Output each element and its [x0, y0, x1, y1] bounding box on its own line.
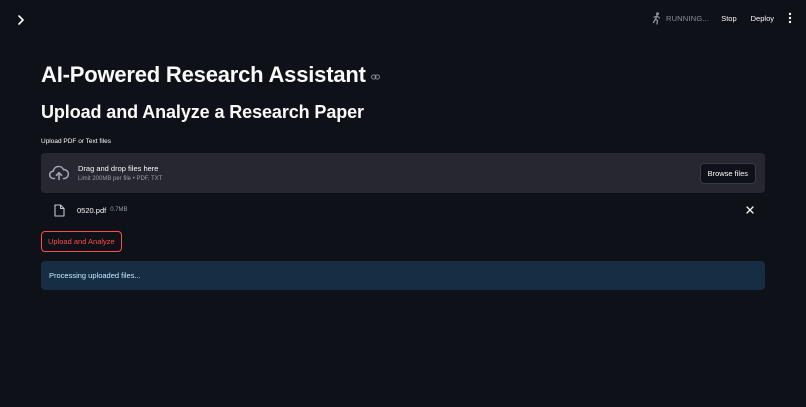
main-menu-button[interactable]: [786, 11, 794, 25]
dropzone-primary-text: Drag and drop files here: [78, 164, 159, 173]
dropzone-instructions: Drag and drop files here Limit 200MB per…: [78, 164, 700, 182]
app-page: RUNNING... Stop Deploy AI-Powered Resear…: [0, 0, 806, 407]
link-icon: [370, 74, 380, 80]
chevron-right-icon: [18, 15, 24, 25]
sidebar-expand-button[interactable]: [12, 11, 30, 29]
uploaded-file-name: 0520.pdf: [77, 205, 107, 215]
uploaded-file-size: 0.7MB: [110, 207, 128, 213]
stop-button[interactable]: Stop: [721, 14, 736, 23]
uploaded-file-item: 0520.pdf 0.7MB: [41, 202, 765, 218]
cloud-upload-icon: [49, 163, 69, 183]
file-icon: [53, 203, 65, 217]
file-dropzone[interactable]: Drag and drop files here Limit 200MB per…: [41, 153, 765, 193]
browse-files-button[interactable]: Browse files: [699, 162, 756, 184]
top-toolbar: RUNNING... Stop Deploy: [651, 9, 794, 27]
title-row: AI-Powered Research Assistant: [41, 60, 765, 90]
vertical-dots-icon: [788, 12, 792, 24]
upload-and-analyze-button[interactable]: Upload and Analyze: [41, 231, 122, 252]
dropzone-limit-text: Limit 200MB per file • PDF, TXT: [78, 176, 163, 182]
close-icon: [746, 206, 754, 214]
info-alert-text: Processing uploaded files...: [49, 271, 141, 280]
anchor-link-button[interactable]: [370, 74, 380, 80]
running-status-text: RUNNING...: [665, 13, 710, 23]
info-alert: Processing uploaded files...: [41, 261, 765, 290]
running-status: RUNNING...: [651, 11, 710, 25]
page-title: AI-Powered Research Assistant: [41, 62, 366, 87]
deploy-button[interactable]: Deploy: [751, 14, 774, 23]
remove-file-button[interactable]: [745, 205, 755, 215]
running-figure-icon: [652, 11, 661, 25]
file-uploader-label: Upload PDF or Text files: [41, 138, 111, 145]
main-content: AI-Powered Research Assistant Upload and…: [41, 60, 765, 290]
section-subheader: Upload and Analyze a Research Paper: [41, 102, 364, 122]
